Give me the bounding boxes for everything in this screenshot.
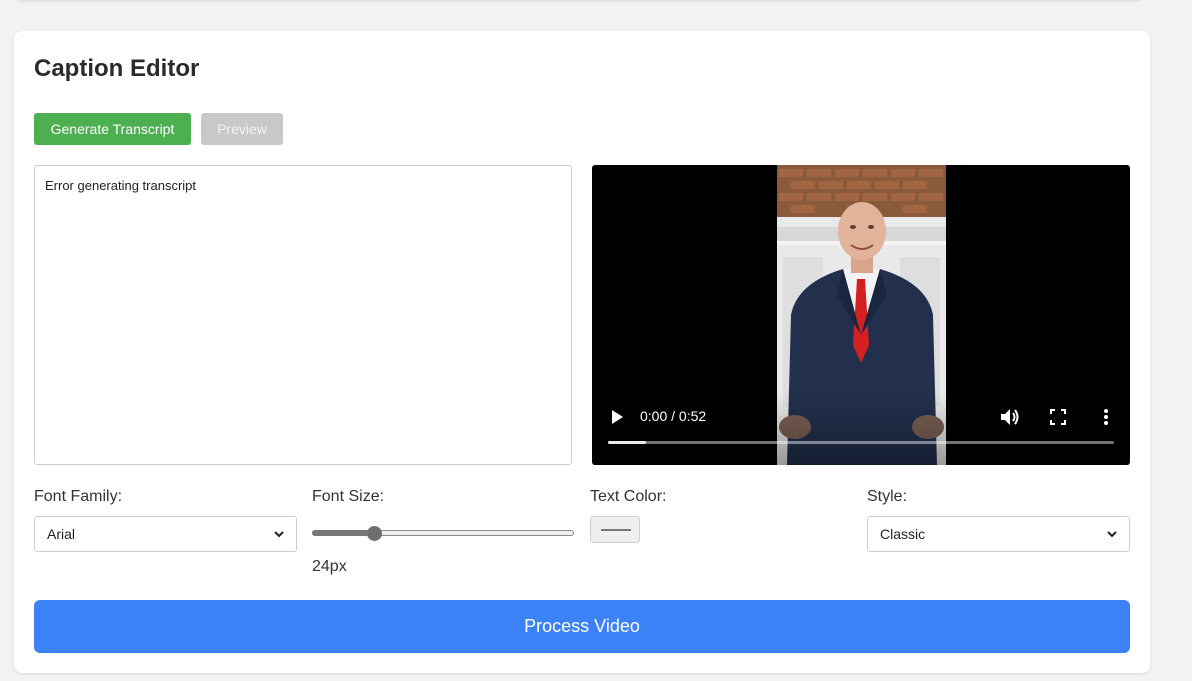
caption-editor-card: Caption Editor Generate Transcript Previ… xyxy=(14,31,1150,673)
video-progress-bar[interactable] xyxy=(608,441,1114,444)
slider-fill xyxy=(312,530,374,536)
preview-button[interactable]: Preview xyxy=(201,113,283,145)
font-size-slider[interactable] xyxy=(312,526,574,541)
font-family-label: Font Family: xyxy=(34,488,123,505)
chevron-down-icon xyxy=(274,531,284,538)
color-swatch-sample xyxy=(601,529,631,531)
font-family-select[interactable]: Arial xyxy=(34,516,297,552)
video-controls xyxy=(592,395,1130,465)
font-size-label: Font Size: xyxy=(312,488,385,505)
style-select[interactable]: Classic xyxy=(867,516,1130,552)
video-player[interactable]: 0:00 / 0:52 xyxy=(592,165,1130,465)
fullscreen-icon[interactable] xyxy=(1050,409,1066,425)
process-video-button[interactable]: Process Video xyxy=(34,600,1130,653)
generate-transcript-button[interactable]: Generate Transcript xyxy=(34,113,191,145)
slider-thumb[interactable] xyxy=(366,526,382,541)
more-options-icon[interactable] xyxy=(1100,408,1112,426)
time-display: 0:00 / 0:52 xyxy=(640,408,707,424)
text-color-picker[interactable] xyxy=(590,516,640,543)
page-title: Caption Editor xyxy=(34,55,200,82)
style-value: Classic xyxy=(880,526,926,542)
chevron-down-icon xyxy=(1107,531,1117,538)
text-color-label: Text Color: xyxy=(590,488,667,505)
font-size-value: 24px xyxy=(312,558,347,575)
play-icon[interactable] xyxy=(610,409,624,425)
volume-icon[interactable] xyxy=(1000,408,1020,426)
font-family-value: Arial xyxy=(47,526,76,542)
video-progress-fill xyxy=(608,441,646,444)
transcript-textarea[interactable]: Error generating transcript xyxy=(34,165,572,465)
style-label: Style: xyxy=(867,488,908,505)
